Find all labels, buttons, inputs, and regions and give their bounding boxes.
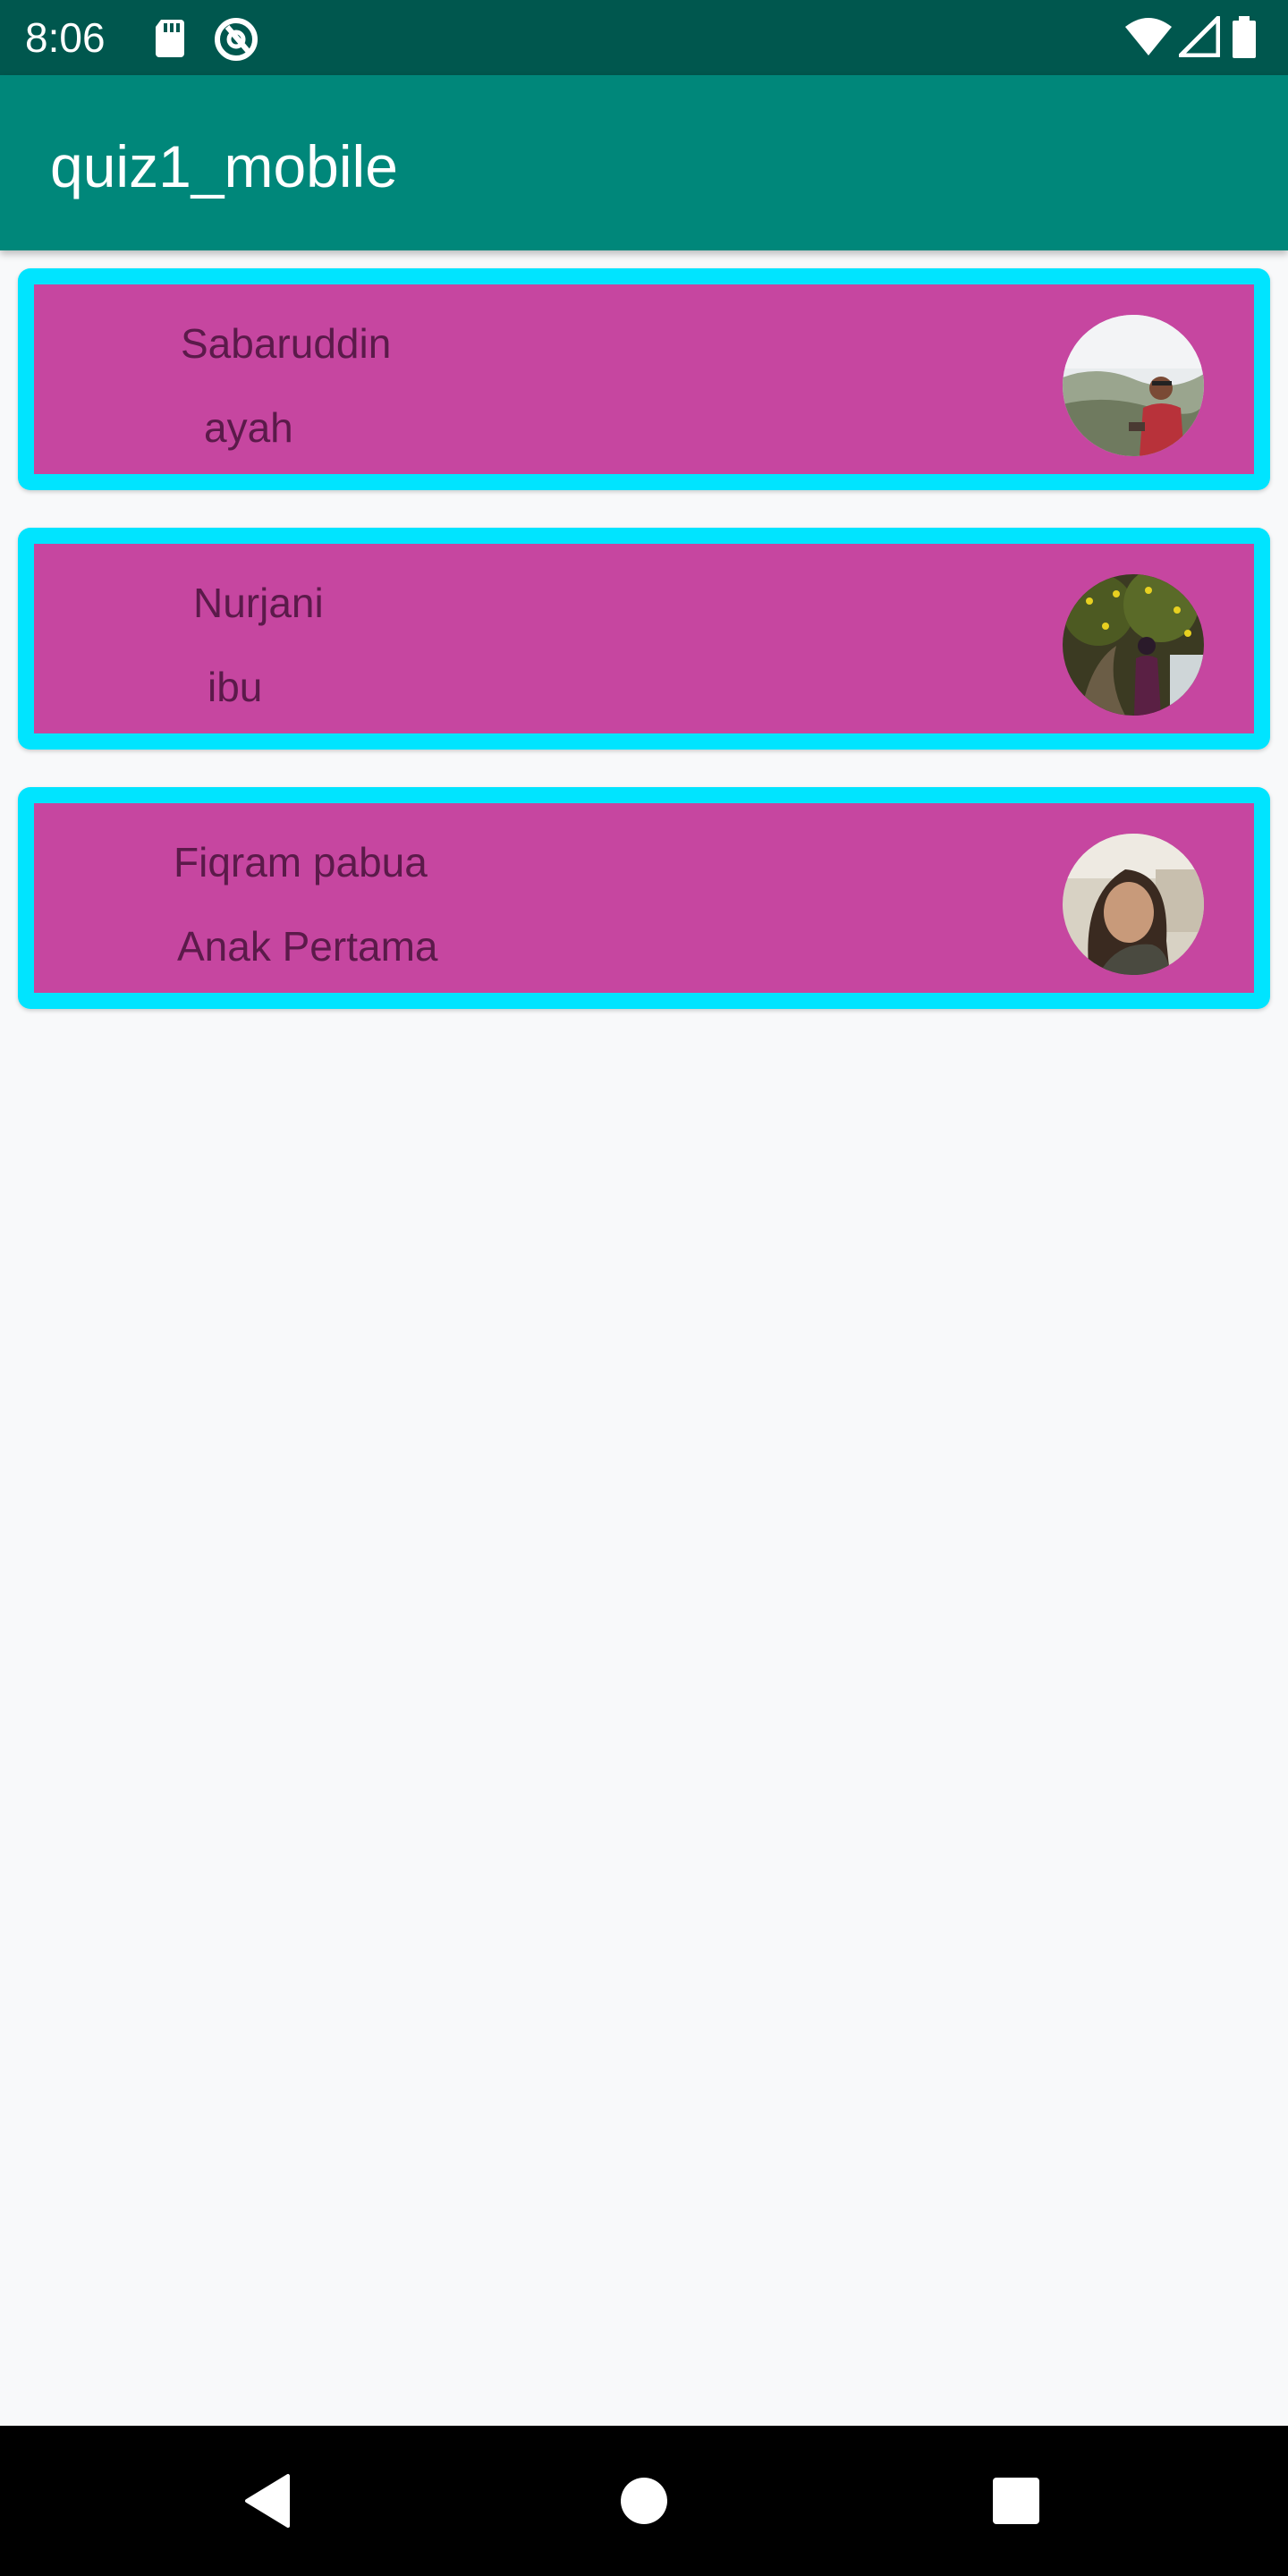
contact-role: Anak Pertama xyxy=(177,923,438,970)
contact-role: ibu xyxy=(208,664,263,710)
contact-card-body: Nurjani ibu xyxy=(34,544,1254,733)
contact-role: ayah xyxy=(204,404,293,451)
home-icon[interactable] xyxy=(608,2465,680,2537)
screen: 8:06 quiz1_mobile Sabaruddin ayah Nurjan… xyxy=(0,0,1288,2576)
app-bar: quiz1_mobile xyxy=(0,75,1288,250)
recents-icon[interactable] xyxy=(980,2465,1052,2537)
avatar xyxy=(1063,834,1204,975)
avatar-photo-man-landscape xyxy=(1063,315,1204,456)
avatar xyxy=(1063,315,1204,456)
avatar-photo-person-portrait xyxy=(1063,834,1204,975)
contact-card[interactable]: Sabaruddin ayah xyxy=(18,268,1270,490)
sd-card-icon xyxy=(148,16,191,59)
app-title: quiz1_mobile xyxy=(50,133,398,199)
contact-card[interactable]: Nurjani ibu xyxy=(18,528,1270,750)
back-icon[interactable] xyxy=(234,2465,306,2537)
contact-name: Nurjani xyxy=(193,580,324,626)
avatar-photo-woman-tree xyxy=(1063,574,1204,716)
battery-icon xyxy=(1231,16,1258,59)
contact-card[interactable]: Fiqram pabua Anak Pertama xyxy=(18,787,1270,1009)
sync-icon xyxy=(213,16,258,61)
contact-card-body: Fiqram pabua Anak Pertama xyxy=(34,803,1254,993)
signal-icon xyxy=(1178,15,1222,59)
status-bar: 8:06 xyxy=(0,0,1288,75)
contact-name: Sabaruddin xyxy=(181,320,392,367)
contact-card-body: Sabaruddin ayah xyxy=(34,284,1254,474)
contact-name: Fiqram pabua xyxy=(174,839,428,886)
wifi-icon xyxy=(1123,16,1174,59)
nav-bar xyxy=(0,2426,1288,2576)
contact-list: Sabaruddin ayah Nurjani ibu Fiqram pabua… xyxy=(18,268,1270,1046)
status-time: 8:06 xyxy=(25,14,106,61)
avatar xyxy=(1063,574,1204,716)
